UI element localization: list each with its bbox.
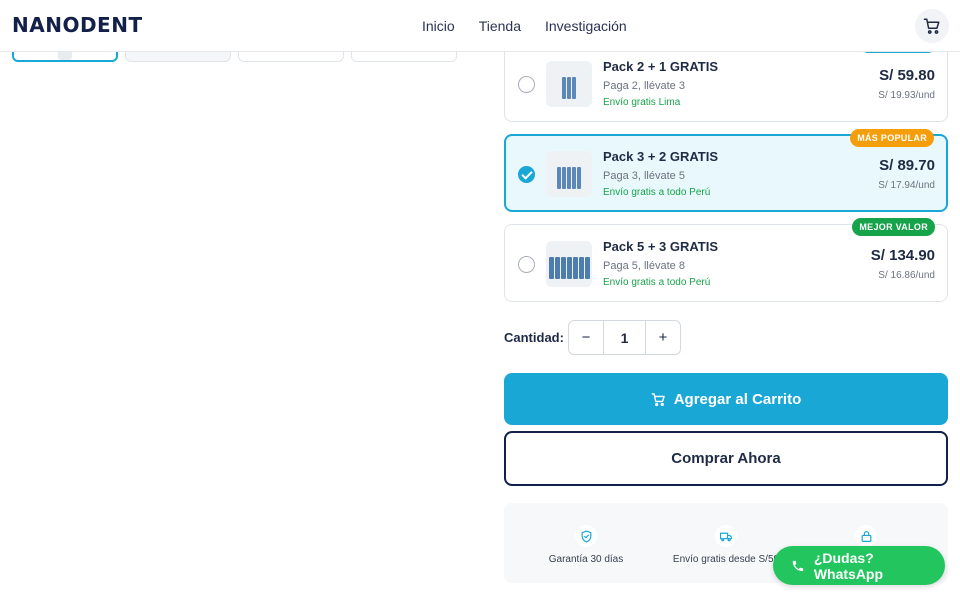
shield-check-icon (575, 525, 597, 547)
lock-icon (855, 525, 877, 547)
pack-description: Paga 5, llévate 8 (603, 260, 685, 272)
pack-option-5-3[interactable]: MEJOR VALOR Pack 5 + 3 GRATIS Paga 5, ll… (504, 218, 948, 302)
best-value-badge: MEJOR VALOR (852, 218, 935, 236)
pack-shipping: Envío gratis a todo Perú (603, 277, 711, 288)
pack-unit-price: S/ 17.94/und (878, 180, 935, 191)
nav-item-inicio[interactable]: Inicio (422, 18, 455, 34)
product-image (546, 61, 592, 107)
decrease-quantity-button[interactable]: − (569, 321, 603, 354)
pack-unit-price: S/ 19.93/und (878, 90, 935, 101)
cart-icon (923, 18, 940, 34)
pack-description: Paga 3, llévate 5 (603, 170, 685, 182)
pack-name: Pack 5 + 3 GRATIS (603, 239, 719, 254)
cart-icon (651, 392, 665, 406)
phone-icon (792, 560, 804, 571)
nav-item-tienda[interactable]: Tienda (479, 18, 521, 34)
nav-item-investigacion[interactable]: Investigación (545, 18, 627, 34)
product-image (546, 151, 592, 197)
quantity-value[interactable]: 1 (603, 321, 646, 354)
feature-guarantee: Garantía 30 días (512, 503, 660, 583)
main-nav: Inicio Tienda Investigación (422, 18, 627, 34)
pack-name: Pack 2 + 1 GRATIS (603, 59, 719, 74)
quantity-stepper: − 1 + (568, 320, 681, 355)
pack-name: Pack 3 + 2 GRATIS (603, 149, 719, 164)
pack-unit-price: S/ 16.86/und (878, 270, 935, 281)
pack-radio[interactable] (518, 256, 535, 273)
pack-price: S/ 59.80 (879, 67, 935, 84)
pack-shipping: Envío gratis Lima (603, 97, 681, 108)
pack-description: Paga 2, llévate 3 (603, 80, 685, 92)
pack-radio[interactable] (518, 76, 535, 93)
popular-badge: MÁS POPULAR (850, 129, 934, 147)
brand-logo[interactable]: NANODENT (12, 13, 143, 37)
feature-text: Garantía 30 días (548, 554, 624, 565)
pack-radio-selected[interactable] (518, 166, 535, 183)
pack-price: S/ 134.90 (870, 247, 935, 264)
product-image (546, 241, 592, 287)
truck-icon (715, 525, 737, 547)
increase-quantity-button[interactable]: + (646, 321, 680, 354)
pack-shipping: Envío gratis a todo Perú (603, 187, 711, 198)
pack-option-2-1[interactable]: Pack 2 + 1 GRATIS Paga 2, llévate 3 Enví… (504, 39, 948, 122)
cart-button[interactable] (915, 9, 949, 43)
add-to-cart-button[interactable]: Agregar al Carrito (504, 373, 948, 425)
pack-option-3-2[interactable]: MÁS POPULAR Pack 3 + 2 GRATIS Paga 3, ll… (504, 129, 948, 212)
buy-now-label: Comprar Ahora (671, 450, 781, 467)
quantity-label: Cantidad: (504, 330, 564, 345)
whatsapp-button[interactable]: ¿Dudas? WhatsApp (773, 546, 945, 585)
site-header: NANODENT Inicio Tienda Investigación (0, 0, 960, 52)
pack-price: S/ 89.70 (879, 157, 935, 174)
whatsapp-label: ¿Dudas? WhatsApp (813, 549, 884, 582)
buy-now-button[interactable]: Comprar Ahora (504, 431, 948, 486)
add-to-cart-label: Agregar al Carrito (673, 390, 802, 408)
